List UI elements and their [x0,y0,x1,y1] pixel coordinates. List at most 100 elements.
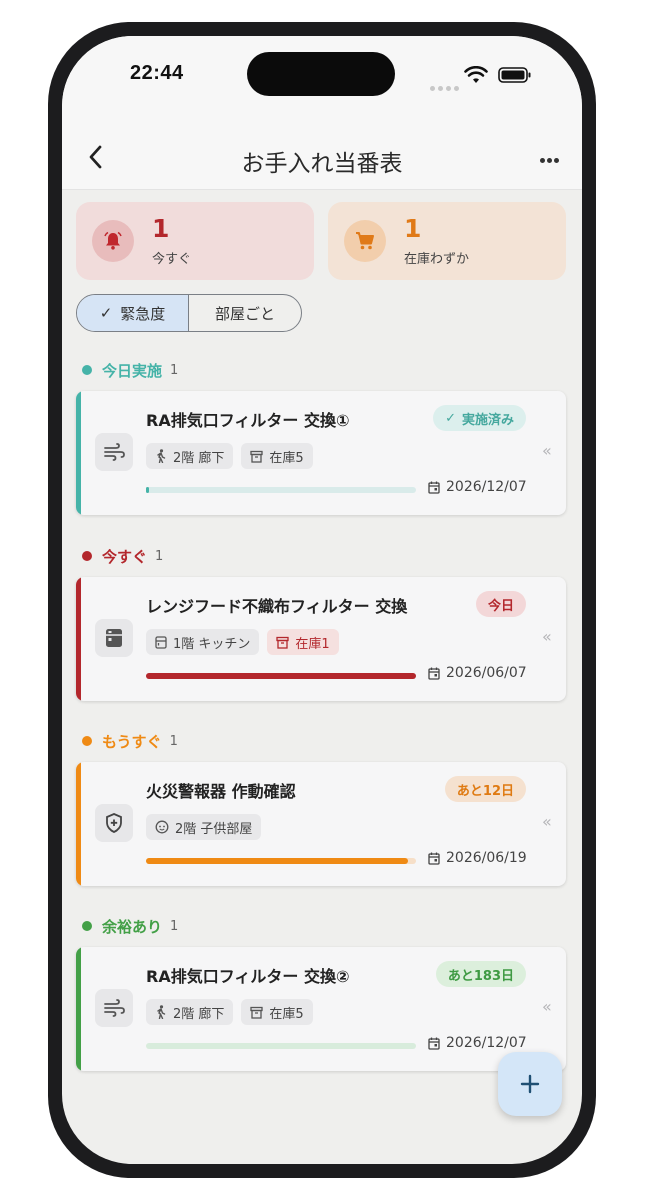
task-card[interactable]: レンジフード不織布フィルター 交換 今日 1階 キッチン 在庫1 2026/06… [76,577,566,701]
status-time: 22:44 [130,62,184,84]
progress-fill [146,858,408,864]
archive-box-icon [250,1006,264,1019]
more-icon[interactable] [540,148,564,168]
summary-label: 在庫わずか [404,252,470,267]
task-title: 火災警報器 作動確認 [146,782,296,801]
add-task-button[interactable] [498,1052,562,1116]
section-header-now: 今すぐ 1 [82,545,163,567]
signal-icon [430,76,462,95]
status-dot [82,365,92,375]
badge-label: あと12日 [456,783,514,799]
archive-box-icon [276,636,290,649]
section-count: 1 [155,548,164,564]
battery-icon [498,67,531,83]
calendar-icon [428,667,440,680]
section-count: 1 [170,362,179,378]
date-label: 2026/06/19 [446,850,527,866]
air-vent-icon [95,989,133,1027]
section-name: 今すぐ [102,547,148,566]
archive-box-icon [250,450,264,463]
date-label: 2026/12/07 [446,1035,527,1051]
stock-chip: 在庫5 [241,443,313,469]
walking-person-icon [157,1005,166,1019]
fridge-icon [155,635,167,649]
badge-label: 今日 [487,598,514,614]
task-title: RA排気口フィルター 交換① [146,411,350,430]
section-name: 今日実施 [102,361,163,380]
chip-label: 在庫1 [295,636,330,652]
task-title: レンジフード不織布フィルター 交換 [146,597,408,616]
location-chip: 2階 廊下 [146,999,234,1025]
task-card[interactable]: 火災警報器 作動確認 あと12日 2階 子供部屋 2026/06/19 « [76,762,566,886]
badge-label: あと183日 [447,968,514,984]
status-bar: 22:44 [62,36,582,128]
date-label: 2026/12/07 [446,479,527,495]
progress-track [146,487,416,493]
status-dot [82,551,92,561]
chip-label: 2階 廊下 [173,450,225,466]
wifi-icon [464,66,488,83]
segment-by-room[interactable]: 部屋ごと [189,295,301,331]
task-title: RA排気口フィルター 交換② [146,967,350,986]
summary-count: 1 [152,214,170,243]
summary-count: 1 [404,214,422,243]
section-header-plenty: 余裕あり 1 [82,915,178,937]
section-count: 1 [170,918,179,934]
location-chip: 2階 廊下 [146,443,234,469]
swipe-hint-icon: « [542,812,552,831]
calendar-icon [428,481,440,494]
task-card[interactable]: RA排気口フィルター 交換② あと183日 2階 廊下 在庫5 2026/12/… [76,947,566,1071]
status-badge: あと12日 [444,776,526,802]
date-label: 2026/06/07 [446,665,527,681]
swipe-hint-icon: « [542,627,552,646]
calendar-icon [428,1037,440,1050]
urgency-bar [76,762,81,886]
summary-urgent[interactable]: 1 今すぐ [76,202,314,280]
plus-icon [520,1074,540,1094]
location-chip: 2階 子供部屋 [146,814,262,840]
status-badge: 今日 [475,591,526,617]
chip-label: 2階 廊下 [173,1006,225,1022]
section-count: 1 [169,733,178,749]
chip-label: 在庫5 [269,450,304,466]
due-date: 2026/12/07 [428,479,527,495]
summary-low-stock[interactable]: 1 在庫わずか [328,202,566,280]
check-icon: ✓ [445,410,456,426]
segment-label: 緊急度 [120,304,166,323]
stock-chip: 在庫5 [241,999,313,1025]
urgency-bar [76,947,81,1071]
navigation-bar: お手入れ当番表 [62,128,582,190]
chip-label: 在庫5 [269,1006,304,1022]
swipe-hint-icon: « [542,441,552,460]
due-date: 2026/06/07 [428,665,527,681]
status-badge: ✓ 実施済み [433,405,526,431]
sort-segmented-control: ✓ 緊急度 部屋ごと [76,294,302,332]
child-face-icon [155,820,169,834]
progress-fill [146,673,416,679]
urgency-bar [76,391,81,515]
shield-plus-icon [95,804,133,842]
segment-label: 部屋ごと [214,304,275,323]
segment-urgency[interactable]: ✓ 緊急度 [77,295,189,331]
air-vent-icon [95,433,133,471]
section-header-today: 今日実施 1 [82,359,178,381]
dynamic-island [247,52,395,96]
walking-person-icon [157,449,166,463]
location-chip: 1階 キッチン [146,629,260,655]
phone-frame: 22:44 お手入れ当番表 1 今すぐ 1 在庫わずか ✓ 緊急度 部屋ごと 今… [48,22,596,1178]
swipe-hint-icon: « [542,997,552,1016]
calendar-icon [428,852,440,865]
section-header-soon: もうすぐ 1 [82,730,178,752]
status-badge: あと183日 [435,961,526,987]
progress-track [146,1043,416,1049]
progress-track [146,858,416,864]
section-name: もうすぐ [102,732,162,751]
task-card[interactable]: RA排気口フィルター 交換① ✓ 実施済み 2階 廊下 在庫5 2026/12/… [76,391,566,515]
status-dot [82,736,92,746]
progress-track [146,673,416,679]
chip-label: 1階 キッチン [173,636,251,652]
check-icon: ✓ [99,304,113,322]
summary-label: 今すぐ [152,252,192,267]
range-hood-icon [95,619,133,657]
progress-fill [146,487,149,493]
